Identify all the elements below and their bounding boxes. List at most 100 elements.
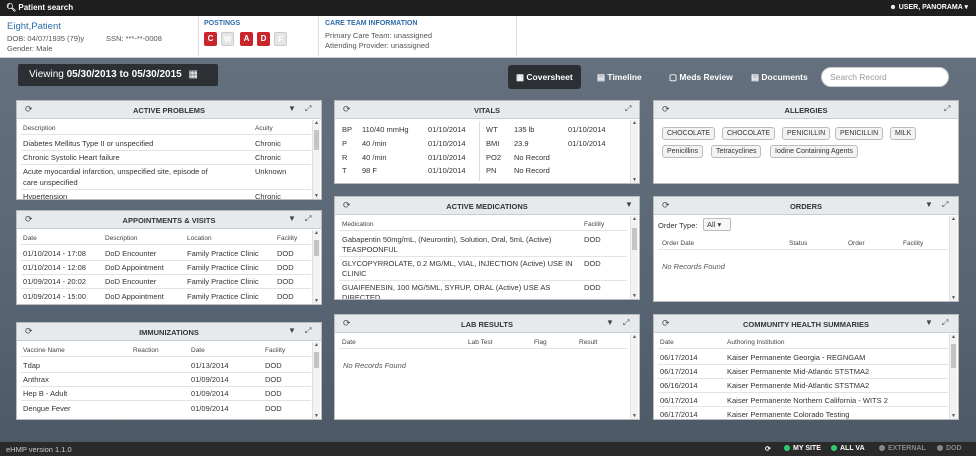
scroll-down-icon[interactable]: ▼	[313, 298, 320, 304]
date-range-selector[interactable]: Viewing 05/30/2013 to 05/30/2015 ▦	[18, 64, 218, 86]
column-header[interactable]: Date	[342, 339, 356, 346]
column-header[interactable]: Acuity	[255, 125, 273, 132]
site-dod[interactable]: DOD	[937, 445, 962, 452]
filter-icon[interactable]: ▼	[288, 214, 296, 223]
vital-value[interactable]: 40 /min	[362, 153, 387, 162]
site-external[interactable]: EXTERNAL	[879, 445, 926, 452]
patient-name[interactable]: Eight,Patient	[7, 21, 61, 32]
sync-icon[interactable]: ⟳	[765, 445, 771, 453]
vital-value[interactable]: 23.9	[514, 139, 529, 148]
scroll-down-icon[interactable]: ▼	[631, 177, 638, 183]
medication-name[interactable]: Gabapentin 50mg/mL, (Neurontin), Solutio…	[342, 235, 551, 244]
scrollbar[interactable]: ▲ ▼	[949, 334, 957, 419]
scrollbar[interactable]: ▲ ▼	[312, 342, 320, 419]
medication-name[interactable]: GUAIFENESIN, 100 MG/5ML, SYRUP, ORAL (Ac…	[342, 283, 550, 292]
scroll-up-icon[interactable]: ▲	[313, 230, 320, 236]
search-record-input[interactable]: Search Record	[821, 67, 949, 87]
posting-c[interactable]: C	[204, 32, 217, 46]
allergy-pill[interactable]: PENICILLIN	[835, 127, 884, 140]
problem-description[interactable]: Hypertension	[23, 192, 67, 199]
column-header[interactable]: Facility	[903, 240, 923, 247]
column-header[interactable]: Description	[23, 125, 56, 132]
summary-date[interactable]: 06/17/2014	[660, 396, 698, 405]
expand-icon[interactable]: ⤢	[944, 104, 950, 114]
scroll-down-icon[interactable]: ▼	[631, 293, 638, 299]
expand-icon[interactable]: ⤢	[625, 104, 631, 114]
allergy-pill[interactable]: PENICILLIN	[782, 127, 831, 140]
scrollbar[interactable]: ▲ ▼	[630, 334, 638, 419]
summary-date[interactable]: 06/17/2014	[660, 353, 698, 362]
site-my-site[interactable]: MY SITE	[784, 445, 821, 452]
allergy-pill[interactable]: Penicillins	[662, 145, 704, 158]
column-header[interactable]: Vaccine Name	[23, 347, 65, 354]
patient-search-button[interactable]: 🔍︎ Patient search	[6, 3, 73, 12]
scrollbar[interactable]: ▲ ▼	[312, 120, 320, 199]
expand-icon[interactable]: ⤢	[942, 318, 948, 328]
tab-meds-review[interactable]: ▢ Meds Review	[669, 68, 733, 86]
scroll-up-icon[interactable]: ▲	[313, 342, 320, 348]
filter-icon[interactable]: ▼	[925, 318, 933, 327]
expand-icon[interactable]: ⤢	[305, 104, 311, 114]
allergy-pill[interactable]: Iodine Containing Agents	[770, 145, 858, 158]
scroll-up-icon[interactable]: ▲	[631, 120, 638, 126]
column-header[interactable]: Date	[191, 347, 205, 354]
posting-d[interactable]: D	[257, 32, 270, 46]
column-header[interactable]: Order Date	[662, 240, 694, 247]
expand-icon[interactable]: ⤢	[942, 200, 948, 210]
problem-description[interactable]: Chronic Systolic Heart failure	[23, 153, 120, 162]
allergy-pill[interactable]: CHOCOLATE	[662, 127, 716, 140]
column-header[interactable]: Status	[789, 240, 807, 247]
user-menu[interactable]: ☻ USER, PANORAMA ▾	[889, 3, 968, 11]
vital-value[interactable]: No Record	[514, 153, 550, 162]
appointment-date[interactable]: 01/09/2014 - 20:02	[23, 277, 86, 286]
vaccine-name[interactable]: Dengue Fever	[23, 404, 71, 413]
column-header[interactable]: Date	[660, 339, 674, 346]
summary-date[interactable]: 06/17/2014	[660, 410, 698, 419]
scroll-down-icon[interactable]: ▼	[313, 413, 320, 419]
summary-date[interactable]: 06/16/2014	[660, 381, 698, 390]
scroll-down-icon[interactable]: ▼	[313, 193, 320, 199]
allergy-pill[interactable]: CHOCOLATE	[722, 127, 776, 140]
appointment-date[interactable]: 01/10/2014 - 17:08	[23, 249, 86, 258]
tab-documents[interactable]: ▤ Documents	[751, 68, 808, 86]
tab-timeline[interactable]: ▤ Timeline	[597, 68, 642, 86]
site-all-va[interactable]: ALL VA	[831, 445, 865, 452]
allergy-pill[interactable]: MILK	[890, 127, 917, 140]
column-header[interactable]: Medication	[342, 221, 373, 228]
column-header[interactable]: Location	[187, 235, 212, 242]
column-header[interactable]: Order	[848, 240, 865, 247]
filter-icon[interactable]: ▼	[606, 318, 614, 327]
scroll-up-icon[interactable]: ▲	[313, 120, 320, 126]
expand-icon[interactable]: ⤢	[305, 326, 311, 336]
scroll-up-icon[interactable]: ▲	[631, 334, 638, 340]
posting-a[interactable]: A	[240, 32, 253, 46]
scroll-down-icon[interactable]: ▼	[950, 295, 957, 301]
expand-icon[interactable]: ⤢	[623, 318, 629, 328]
appointment-date[interactable]: 01/09/2014 - 15:00	[23, 292, 86, 301]
column-header[interactable]: Flag	[534, 339, 547, 346]
posting-f[interactable]: F	[274, 32, 287, 46]
scrollbar[interactable]: ▲ ▼	[312, 230, 320, 304]
tab-coversheet[interactable]: ▦ Coversheet	[508, 65, 581, 89]
filter-icon[interactable]: ▼	[288, 104, 296, 113]
column-header[interactable]: Lab Test	[468, 339, 492, 346]
medication-name[interactable]: GLYCOPYRROLATE, 0.2 MG/ML, VIAL, INJECTI…	[342, 259, 573, 268]
column-header[interactable]: Facility	[265, 347, 285, 354]
scrollbar[interactable]: ▲ ▼	[630, 216, 638, 299]
posting-w[interactable]: W	[221, 32, 234, 46]
column-header[interactable]: Description	[105, 235, 138, 242]
problem-description[interactable]: Acute myocardial infarction, unspecified…	[23, 167, 208, 176]
scroll-up-icon[interactable]: ▲	[631, 216, 638, 222]
scrollbar[interactable]: ▲ ▼	[949, 216, 957, 301]
column-header[interactable]: Facility	[277, 235, 297, 242]
vital-value[interactable]: 40 /min	[362, 139, 387, 148]
vital-value[interactable]: No Record	[514, 166, 550, 175]
column-header[interactable]: Date	[23, 235, 37, 242]
column-header[interactable]: Result	[579, 339, 597, 346]
vital-value[interactable]: 135 lb	[514, 125, 534, 134]
scroll-up-icon[interactable]: ▲	[950, 216, 957, 222]
scrollbar[interactable]: ▲ ▼	[630, 120, 638, 183]
scroll-up-icon[interactable]: ▲	[950, 334, 957, 340]
vaccine-name[interactable]: Anthrax	[23, 375, 49, 384]
appointment-date[interactable]: 01/10/2014 - 12:08	[23, 263, 86, 272]
